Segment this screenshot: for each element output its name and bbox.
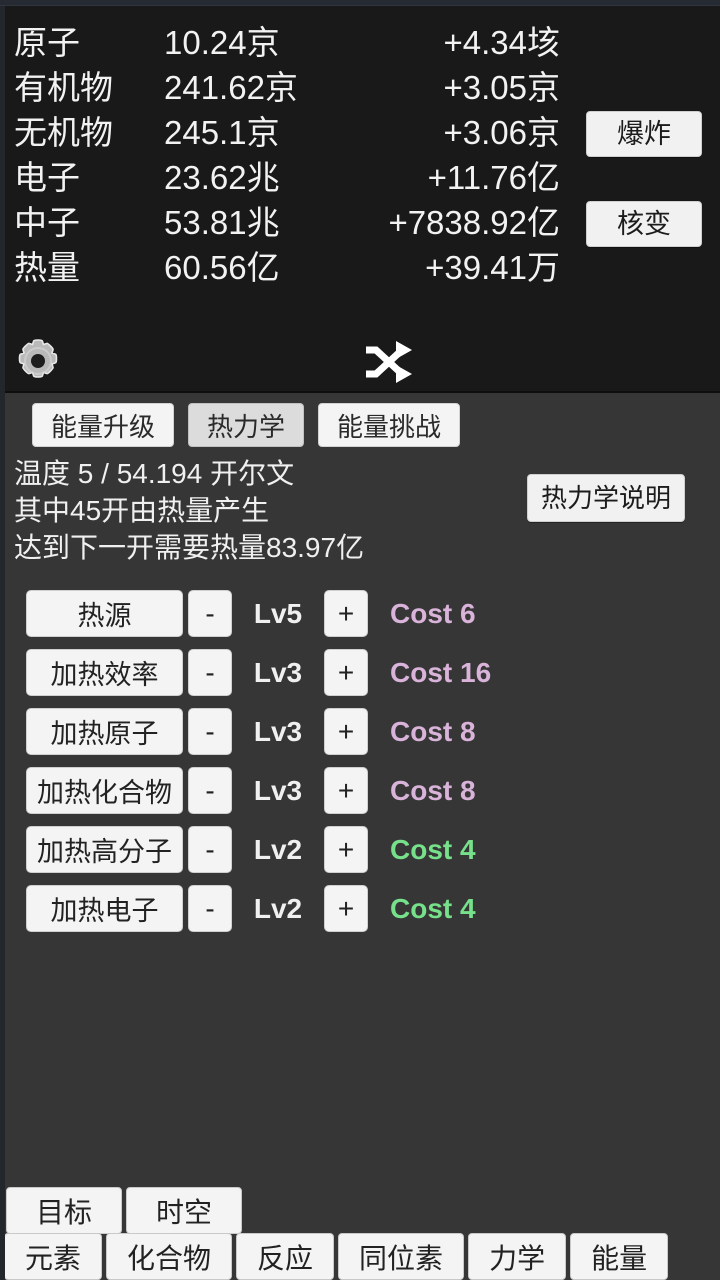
- upgrade-row: 加热电子 - Lv2 + Cost 4: [0, 879, 720, 938]
- resource-value: 10.24京: [164, 24, 280, 61]
- resource-stat-row: 原子 10.24京 +4.34垓: [14, 20, 574, 65]
- explode-button[interactable]: 爆炸: [586, 111, 702, 157]
- upgrade-name-button[interactable]: 加热电子: [26, 885, 183, 932]
- resource-rate: +39.41万: [425, 249, 560, 286]
- upgrade-row: 加热效率 - Lv3 + Cost 16: [0, 643, 720, 702]
- resource-name: 原子: [14, 24, 80, 61]
- resource-value: 245.1京: [164, 114, 280, 151]
- upgrade-level: Lv3: [253, 656, 303, 688]
- upgrade-level: Lv2: [253, 833, 303, 865]
- upgrade-decrement-button[interactable]: -: [188, 708, 232, 755]
- thermodynamics-help-button[interactable]: 热力学说明: [527, 474, 685, 522]
- upgrade-level: Lv5: [253, 597, 303, 629]
- resource-stat-row: 无机物 245.1京 +3.06京: [14, 110, 574, 155]
- resource-value: 60.56亿: [164, 249, 280, 286]
- upgrade-row: 加热原子 - Lv3 + Cost 8: [0, 702, 720, 761]
- resource-name: 中子: [14, 204, 80, 241]
- next-kelvin-requirement-line: 达到下一开需要热量83.97亿: [14, 532, 365, 563]
- upgrade-row: 热源 - Lv5 + Cost 6: [0, 584, 720, 643]
- upgrade-cost: Cost 8: [390, 715, 476, 747]
- upgrade-level: Lv3: [253, 774, 303, 806]
- upgrade-cost: Cost 8: [390, 774, 476, 806]
- resource-rate: +4.34垓: [443, 24, 561, 61]
- nav-button-5[interactable]: 能量: [570, 1233, 669, 1280]
- nav-button-4[interactable]: 力学: [468, 1233, 567, 1280]
- nav-row-primary: 元素 化合物 反应 同位素 力学 能量: [0, 1233, 720, 1280]
- content-panel: 能量升级 热力学 能量挑战 温度 5 / 54.194 开尔文 其中45开由热量产生…: [0, 391, 720, 1280]
- upgrade-increment-button[interactable]: +: [324, 767, 368, 814]
- thermodynamics-info: 温度 5 / 54.194 开尔文 其中45开由热量产生 达到下一开需要热量83…: [0, 449, 720, 566]
- upgrade-cost: Cost 6: [390, 597, 476, 629]
- upgrade-name-button[interactable]: 加热原子: [26, 708, 183, 755]
- resource-rate: +3.05京: [443, 69, 561, 106]
- resource-rate: +3.06京: [443, 114, 561, 151]
- nav-button-0[interactable]: 元素: [4, 1233, 103, 1280]
- upgrade-name-button[interactable]: 加热化合物: [26, 767, 183, 814]
- app-root: 原子 10.24京 +4.34垓有机物 241.62京 +3.05京无机物 245.1京 +…: [0, 0, 720, 1280]
- tab-bar: 能量升级 热力学 能量挑战: [0, 393, 720, 449]
- tab-1[interactable]: 热力学: [188, 403, 305, 447]
- upgrade-name-button[interactable]: 热源: [26, 590, 183, 637]
- upgrade-increment-button[interactable]: +: [324, 649, 368, 696]
- nav-button-2[interactable]: 反应: [236, 1233, 335, 1280]
- nav-button-1[interactable]: 化合物: [106, 1233, 233, 1280]
- resource-header: 原子 10.24京 +4.34垓有机物 241.62京 +3.05京无机物 245.1京 +…: [0, 6, 720, 391]
- resource-rate: +7838.92亿: [388, 204, 560, 241]
- resource-stat-row: 热量 60.56亿 +39.41万: [14, 245, 574, 290]
- upgrade-decrement-button[interactable]: -: [188, 826, 232, 873]
- gear-icon[interactable]: [12, 335, 64, 387]
- upgrade-decrement-button[interactable]: -: [188, 885, 232, 932]
- resource-name: 有机物: [14, 69, 113, 106]
- upgrade-row: 加热高分子 - Lv2 + Cost 4: [0, 820, 720, 879]
- nav-button-1[interactable]: 时空: [126, 1187, 242, 1234]
- upgrade-row: 加热化合物 - Lv3 + Cost 8: [0, 761, 720, 820]
- upgrade-increment-button[interactable]: +: [324, 590, 368, 637]
- resource-value: 53.81兆: [164, 204, 280, 241]
- upgrade-increment-button[interactable]: +: [324, 826, 368, 873]
- tab-0[interactable]: 能量升级: [32, 403, 175, 447]
- resource-rate: +11.76亿: [427, 159, 560, 196]
- upgrade-decrement-button[interactable]: -: [188, 590, 232, 637]
- upgrade-cost: Cost 4: [390, 833, 476, 865]
- resource-name: 热量: [14, 249, 80, 286]
- tab-2[interactable]: 能量挑战: [318, 403, 461, 447]
- resource-stat-row: 中子 53.81兆 +7838.92亿: [14, 200, 574, 245]
- nav-button-0[interactable]: 目标: [6, 1187, 122, 1234]
- nav-button-3[interactable]: 同位素: [338, 1233, 465, 1280]
- fusion-button[interactable]: 核变: [586, 201, 702, 247]
- icon-toolbar: [0, 331, 720, 391]
- upgrade-level: Lv2: [253, 892, 303, 924]
- resource-value: 241.62京: [164, 69, 298, 106]
- upgrade-decrement-button[interactable]: -: [188, 649, 232, 696]
- upgrade-name-button[interactable]: 加热效率: [26, 649, 183, 696]
- upgrade-name-button[interactable]: 加热高分子: [26, 826, 183, 873]
- shuffle-icon[interactable]: [362, 339, 414, 385]
- upgrade-decrement-button[interactable]: -: [188, 767, 232, 814]
- resource-stat-row: 电子 23.62兆 +11.76亿: [14, 155, 574, 200]
- resource-value: 23.62兆: [164, 159, 280, 196]
- upgrade-list: 热源 - Lv5 + Cost 6 加热效率 - Lv3 + Cost 16 加热原子 - Lv3 + Co…: [0, 584, 720, 938]
- resource-stats-list: 原子 10.24京 +4.34垓有机物 241.62京 +3.05京无机物 245.1京 +…: [14, 20, 574, 290]
- nav-row-secondary: 目标 时空: [0, 1187, 720, 1234]
- resource-name: 电子: [14, 159, 80, 196]
- resource-name: 无机物: [14, 114, 113, 151]
- upgrade-cost: Cost 4: [390, 892, 476, 924]
- upgrade-increment-button[interactable]: +: [324, 708, 368, 755]
- upgrade-cost: Cost 16: [390, 656, 492, 688]
- bottom-navigation: 目标 时空 元素 化合物 反应 同位素 力学 能量: [0, 1187, 720, 1280]
- resource-stat-row: 有机物 241.62京 +3.05京: [14, 65, 574, 110]
- upgrade-increment-button[interactable]: +: [324, 885, 368, 932]
- upgrade-level: Lv3: [253, 715, 303, 747]
